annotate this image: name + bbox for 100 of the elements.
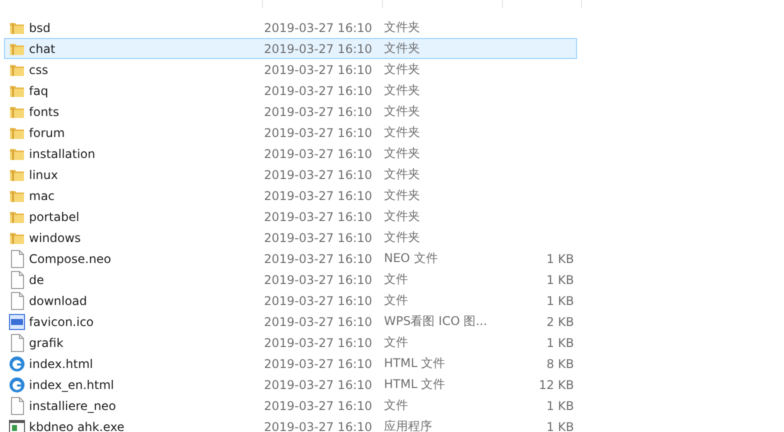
folder-icon bbox=[9, 210, 25, 224]
file-row[interactable]: download 2019-03-27 16:10 文件 1 KB bbox=[4, 290, 577, 311]
folder-icon bbox=[9, 188, 25, 202]
modified-date: 2019-03-27 16:10 bbox=[264, 272, 374, 286]
modified-date: 2019-03-27 16:10 bbox=[264, 84, 374, 98]
file-row[interactable]: installation 2019-03-27 16:10 文件夹 bbox=[4, 143, 577, 164]
file-row[interactable]: forum 2019-03-27 16:10 文件夹 bbox=[4, 122, 577, 143]
file-type: 文件夹 bbox=[384, 145, 421, 162]
file-type: 文件 bbox=[384, 271, 409, 288]
file-size: 1 KB bbox=[545, 420, 574, 432]
document-icon bbox=[9, 250, 25, 268]
file-type: 文件 bbox=[384, 292, 409, 309]
modified-date: 2019-03-27 16:10 bbox=[264, 378, 374, 392]
file-size: 1 KB bbox=[545, 272, 574, 286]
file-row[interactable]: chat 2019-03-27 16:10 文件夹 bbox=[4, 38, 577, 59]
file-row[interactable]: favicon.ico 2019-03-27 16:10 WPS看图 ICO 图... 2 KB bbox=[4, 311, 577, 332]
image-file-icon bbox=[9, 314, 25, 330]
document-icon bbox=[9, 270, 25, 288]
file-name: download bbox=[29, 294, 88, 308]
file-size: 1 KB bbox=[545, 294, 574, 308]
file-name: bsd bbox=[29, 20, 50, 34]
modified-date: 2019-03-27 16:10 bbox=[264, 398, 374, 412]
file-name: index_en.html bbox=[29, 378, 114, 392]
file-row[interactable]: installiere_neo 2019-03-27 16:10 文件 1 KB bbox=[4, 395, 577, 416]
file-type: 文件夹 bbox=[384, 40, 421, 57]
file-type: 文件 bbox=[384, 334, 409, 351]
file-name: fonts bbox=[29, 104, 60, 118]
folder-icon bbox=[9, 84, 25, 98]
file-row[interactable]: grafik 2019-03-27 16:10 文件 1 KB bbox=[4, 332, 577, 353]
folder-icon bbox=[9, 62, 25, 76]
folder-icon bbox=[9, 104, 25, 118]
file-row[interactable]: windows 2019-03-27 16:10 文件夹 bbox=[4, 227, 577, 248]
file-name: faq bbox=[29, 84, 48, 98]
file-name: portabel bbox=[29, 210, 80, 224]
folder-icon bbox=[9, 126, 25, 140]
file-type: 文件 bbox=[384, 397, 409, 414]
modified-date: 2019-03-27 16:10 bbox=[264, 252, 374, 266]
modified-date: 2019-03-27 16:10 bbox=[264, 314, 374, 328]
file-name: favicon.ico bbox=[29, 314, 94, 328]
file-row[interactable]: faq 2019-03-27 16:10 文件夹 bbox=[4, 80, 577, 101]
file-type: 文件夹 bbox=[384, 208, 421, 225]
file-name: Compose.neo bbox=[29, 252, 112, 266]
folder-icon bbox=[9, 42, 25, 56]
file-name: mac bbox=[29, 188, 55, 202]
file-size: 1 KB bbox=[545, 398, 574, 412]
file-name: forum bbox=[29, 126, 65, 140]
file-type: HTML 文件 bbox=[384, 376, 446, 393]
modified-date: 2019-03-27 16:10 bbox=[264, 336, 374, 350]
file-type: 文件夹 bbox=[384, 19, 421, 36]
file-row[interactable]: index_en.html 2019-03-27 16:10 HTML 文件 12 KB bbox=[4, 374, 577, 395]
modified-date: 2019-03-27 16:10 bbox=[264, 146, 374, 160]
file-type: 文件夹 bbox=[384, 103, 421, 120]
modified-date: 2019-03-27 16:10 bbox=[264, 188, 374, 202]
file-row[interactable]: de 2019-03-27 16:10 文件 1 KB bbox=[4, 269, 577, 290]
file-type: 文件夹 bbox=[384, 187, 421, 204]
file-size: 8 KB bbox=[545, 356, 574, 370]
file-name: chat bbox=[29, 42, 56, 56]
modified-date: 2019-03-27 16:10 bbox=[264, 210, 374, 224]
browser-icon bbox=[9, 376, 25, 392]
browser-icon bbox=[9, 356, 25, 372]
file-name: windows bbox=[29, 230, 81, 244]
file-type: 文件夹 bbox=[384, 166, 421, 183]
folder-icon bbox=[9, 20, 25, 34]
modified-date: 2019-03-27 16:10 bbox=[264, 126, 374, 140]
modified-date: 2019-03-27 16:10 bbox=[264, 42, 374, 56]
document-icon bbox=[9, 396, 25, 414]
folder-icon bbox=[9, 230, 25, 244]
document-icon bbox=[9, 334, 25, 352]
file-type: WPS看图 ICO 图... bbox=[384, 313, 488, 330]
modified-date: 2019-03-27 16:10 bbox=[264, 420, 374, 432]
file-size: 1 KB bbox=[545, 252, 574, 266]
file-size: 1 KB bbox=[545, 336, 574, 350]
file-name: installation bbox=[29, 146, 96, 160]
file-size: 12 KB bbox=[538, 378, 574, 392]
file-row[interactable]: index.html 2019-03-27 16:10 HTML 文件 8 KB bbox=[4, 353, 577, 374]
modified-date: 2019-03-27 16:10 bbox=[264, 104, 374, 118]
file-type: NEO 文件 bbox=[384, 250, 439, 267]
file-name: index.html bbox=[29, 356, 93, 370]
file-row[interactable]: kbdneo ahk.exe 2019-03-27 16:10 应用程序 1 KB bbox=[4, 416, 577, 432]
file-row[interactable]: Compose.neo 2019-03-27 16:10 NEO 文件 1 KB bbox=[4, 248, 577, 269]
file-row[interactable]: mac 2019-03-27 16:10 文件夹 bbox=[4, 185, 577, 206]
file-name: grafik bbox=[29, 336, 64, 350]
file-row[interactable]: fonts 2019-03-27 16:10 文件夹 bbox=[4, 101, 577, 122]
file-row[interactable]: css 2019-03-27 16:10 文件夹 bbox=[4, 59, 577, 80]
file-name: kbdneo ahk.exe bbox=[29, 420, 124, 432]
file-type: 文件夹 bbox=[384, 124, 421, 141]
file-row[interactable]: linux 2019-03-27 16:10 文件夹 bbox=[4, 164, 577, 185]
modified-date: 2019-03-27 16:10 bbox=[264, 168, 374, 182]
file-name: css bbox=[29, 62, 48, 76]
file-type: 文件夹 bbox=[384, 82, 421, 99]
modified-date: 2019-03-27 16:10 bbox=[264, 20, 374, 34]
modified-date: 2019-03-27 16:10 bbox=[264, 62, 374, 76]
modified-date: 2019-03-27 16:10 bbox=[264, 356, 374, 370]
file-name: de bbox=[29, 272, 44, 286]
file-row[interactable]: portabel 2019-03-27 16:10 文件夹 bbox=[4, 206, 577, 227]
document-icon bbox=[9, 292, 25, 310]
file-name: linux bbox=[29, 168, 58, 182]
modified-date: 2019-03-27 16:10 bbox=[264, 230, 374, 244]
file-row[interactable]: bsd 2019-03-27 16:10 文件夹 bbox=[4, 17, 577, 38]
modified-date: 2019-03-27 16:10 bbox=[264, 294, 374, 308]
